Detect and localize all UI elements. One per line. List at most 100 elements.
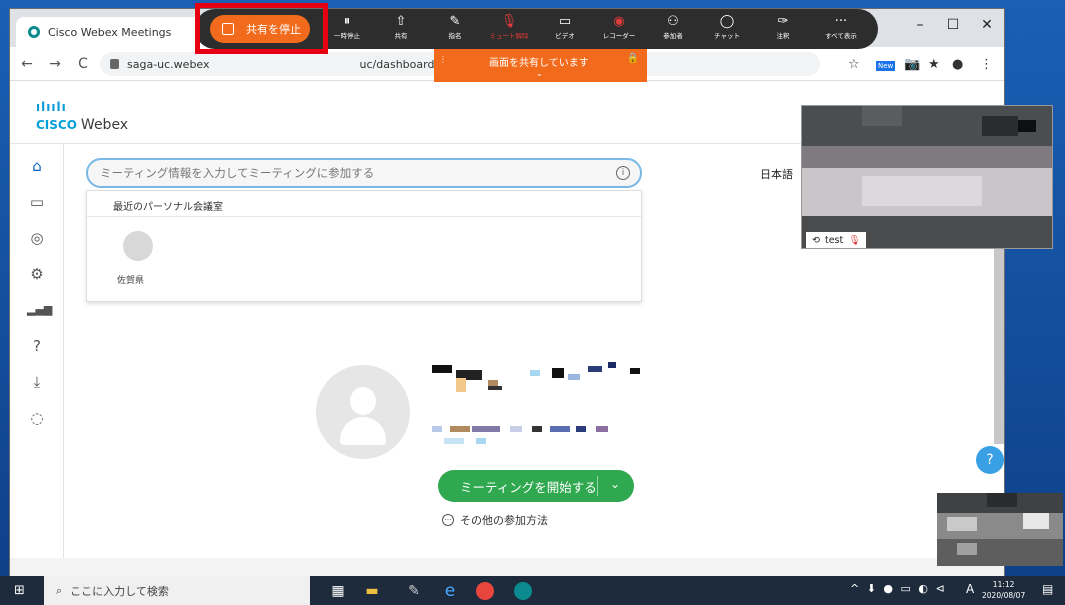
- search-icon: ⌕: [56, 583, 63, 597]
- recent-room-avatar[interactable]: [123, 231, 153, 261]
- windows-start-icon[interactable]: ⊞: [14, 583, 25, 598]
- video-icon: ▭: [558, 14, 572, 29]
- network-icon: ⟲: [812, 234, 820, 246]
- share-icon: ⇧: [395, 14, 407, 29]
- cisco-wordmark: CISCO: [36, 118, 77, 132]
- maximize-button[interactable]: ☐: [938, 17, 968, 33]
- taskbar-clock[interactable]: 11:12 2020/08/07: [982, 579, 1025, 601]
- profile-avatar-icon[interactable]: ●: [952, 57, 963, 72]
- windows-taskbar: ⊞ ⌕ ここに入力して検索 ▦ ▬ ✎ e ^ ⬇ ● ▭ ◐ ⊲ A 11:1…: [0, 576, 1065, 605]
- forward-button[interactable]: →: [44, 56, 66, 72]
- info-icon[interactable]: i: [616, 166, 630, 180]
- browser-tab[interactable]: Cisco Webex Meetings ×: [16, 17, 216, 47]
- remote-video-thumbnail[interactable]: [937, 493, 1063, 566]
- record-icon: ◉: [613, 14, 625, 29]
- file-explorer-icon[interactable]: ▬: [362, 581, 382, 601]
- sharing-screen-banner[interactable]: ⋮ 画面を共有しています 🔒 ⌄: [434, 49, 647, 82]
- recent-room-name[interactable]: 佐賀県: [117, 273, 144, 286]
- help-icon[interactable]: ?: [27, 336, 47, 356]
- chrome-icon[interactable]: [476, 582, 494, 600]
- paint-icon[interactable]: ✎: [404, 581, 424, 601]
- chevron-down-icon[interactable]: ⌄: [536, 69, 543, 78]
- lock-icon: 🔒: [626, 53, 639, 64]
- desktop: Cisco Webex Meetings × – ☐ ✕ ← → C saga-…: [0, 0, 1065, 605]
- lock-icon: [110, 59, 119, 69]
- self-video-panel[interactable]: ⟲ test 🎙: [801, 105, 1053, 249]
- settings-icon[interactable]: ⚙: [27, 264, 47, 284]
- share-button[interactable]: ⇧ 共有: [379, 13, 423, 41]
- clock-date: 2020/08/07: [982, 591, 1026, 600]
- webex-wordmark: Webex: [80, 117, 129, 133]
- ime-indicator[interactable]: A: [966, 582, 974, 596]
- tab-title: Cisco Webex Meetings: [48, 25, 172, 39]
- show-all-button[interactable]: ··· すべて表示: [819, 13, 863, 41]
- other-join-label: その他の参加方法: [460, 514, 548, 527]
- insights-icon[interactable]: ▂▄▆: [27, 300, 52, 320]
- start-button-divider: [597, 476, 598, 496]
- internet-explorer-icon[interactable]: e: [440, 581, 460, 601]
- annotate-button[interactable]: ✑ 注釈: [761, 13, 805, 41]
- chat-icon: ◯: [719, 14, 735, 29]
- page-footer-strip: [10, 558, 1004, 577]
- cisco-webex-logo[interactable]: ılıılı CISCO Webex: [36, 100, 128, 133]
- avatar-body-shape: [340, 417, 386, 445]
- sharing-banner-text: 画面を共有しています: [489, 58, 589, 69]
- participants-icon: ⚇: [667, 14, 679, 29]
- notification-center-icon[interactable]: ▤: [1042, 582, 1053, 596]
- recorder-button[interactable]: ◉ レコーダー: [597, 13, 641, 41]
- drag-handle-icon[interactable]: ⋮: [439, 55, 447, 64]
- video-label: ビデオ: [555, 32, 575, 40]
- more-options-icon: ···: [442, 514, 454, 526]
- self-name: test: [824, 234, 844, 246]
- annotate-icon: ✑: [777, 14, 789, 29]
- participants-button[interactable]: ⚇ 参加者: [651, 13, 695, 41]
- mic-muted-icon: 🎙: [500, 14, 518, 29]
- close-window-button[interactable]: ✕: [972, 17, 1002, 33]
- url-text: saga-uc.webex: [127, 57, 210, 71]
- minimize-button[interactable]: –: [905, 17, 935, 33]
- webex-taskbar-icon[interactable]: [514, 582, 532, 600]
- language-selector[interactable]: 日本語: [760, 166, 793, 182]
- side-navigation: ⌂ ▭ ◎ ⚙ ▂▄▆ ? ⤓ ◌: [10, 144, 64, 558]
- recordings-icon[interactable]: ◎: [27, 228, 47, 248]
- user-avatar: [316, 365, 410, 459]
- share-label: 共有: [394, 32, 408, 40]
- system-tray[interactable]: ^ ⬇ ● ▭ ◐ ⊲: [850, 582, 947, 595]
- taskbar-search-placeholder: ここに入力して検索: [70, 584, 169, 598]
- back-button[interactable]: ←: [16, 56, 38, 72]
- new-extension-icon[interactable]: New: [876, 61, 896, 71]
- cisco-bars-logo: ılıılı: [36, 100, 67, 114]
- reload-button[interactable]: C: [72, 56, 94, 72]
- chevron-down-icon[interactable]: ⌄: [610, 477, 620, 491]
- task-view-icon[interactable]: ▦: [328, 581, 348, 601]
- download-icon[interactable]: ⤓: [27, 372, 47, 392]
- pause-label: 一時停止: [334, 32, 360, 40]
- other-join-methods-link[interactable]: ··· その他の参加方法: [442, 512, 548, 528]
- taskbar-search-box[interactable]: ⌕ ここに入力して検索: [44, 576, 310, 605]
- help-button[interactable]: ?: [976, 446, 1004, 474]
- unmute-button[interactable]: 🎙 ミュート解除: [487, 13, 531, 41]
- assign-button[interactable]: ✎ 指名: [433, 13, 477, 41]
- assign-icon: ✎: [449, 14, 461, 29]
- home-icon[interactable]: ⌂: [27, 156, 47, 176]
- browser-window: Cisco Webex Meetings × – ☐ ✕ ← → C saga-…: [9, 8, 1005, 577]
- more-icon: ···: [834, 14, 848, 29]
- search-placeholder: ミーティング情報を入力してミーティングに参加する: [100, 166, 375, 180]
- chat-label: チャット: [714, 32, 740, 40]
- pause-share-button[interactable]: ⏸ 一時停止: [325, 13, 369, 41]
- camera-extension-icon[interactable]: 📷: [904, 57, 920, 72]
- recent-rooms-header: 最近のパーソナル会議室: [87, 191, 641, 217]
- annotate-label: 注釈: [776, 32, 790, 40]
- meetings-icon[interactable]: ▭: [27, 192, 47, 212]
- assign-label: 指名: [448, 32, 462, 40]
- meeting-join-input[interactable]: ミーティング情報を入力してミーティングに参加する i: [86, 158, 642, 188]
- video-button[interactable]: ▭ ビデオ: [543, 13, 587, 41]
- browser-menu-icon[interactable]: ⋮: [980, 57, 993, 72]
- start-meeting-button[interactable]: ミーティングを開始する ⌄: [438, 470, 634, 502]
- recent-rooms-dropdown: 最近のパーソナル会議室 佐賀県: [86, 190, 642, 302]
- extensions-puzzle-icon[interactable]: ★: [928, 57, 940, 72]
- chat-button[interactable]: ◯ チャット: [705, 13, 749, 41]
- bookmark-star-icon[interactable]: ☆: [848, 57, 860, 72]
- feedback-icon[interactable]: ◌: [27, 408, 47, 428]
- show-all-label: すべて表示: [825, 32, 857, 40]
